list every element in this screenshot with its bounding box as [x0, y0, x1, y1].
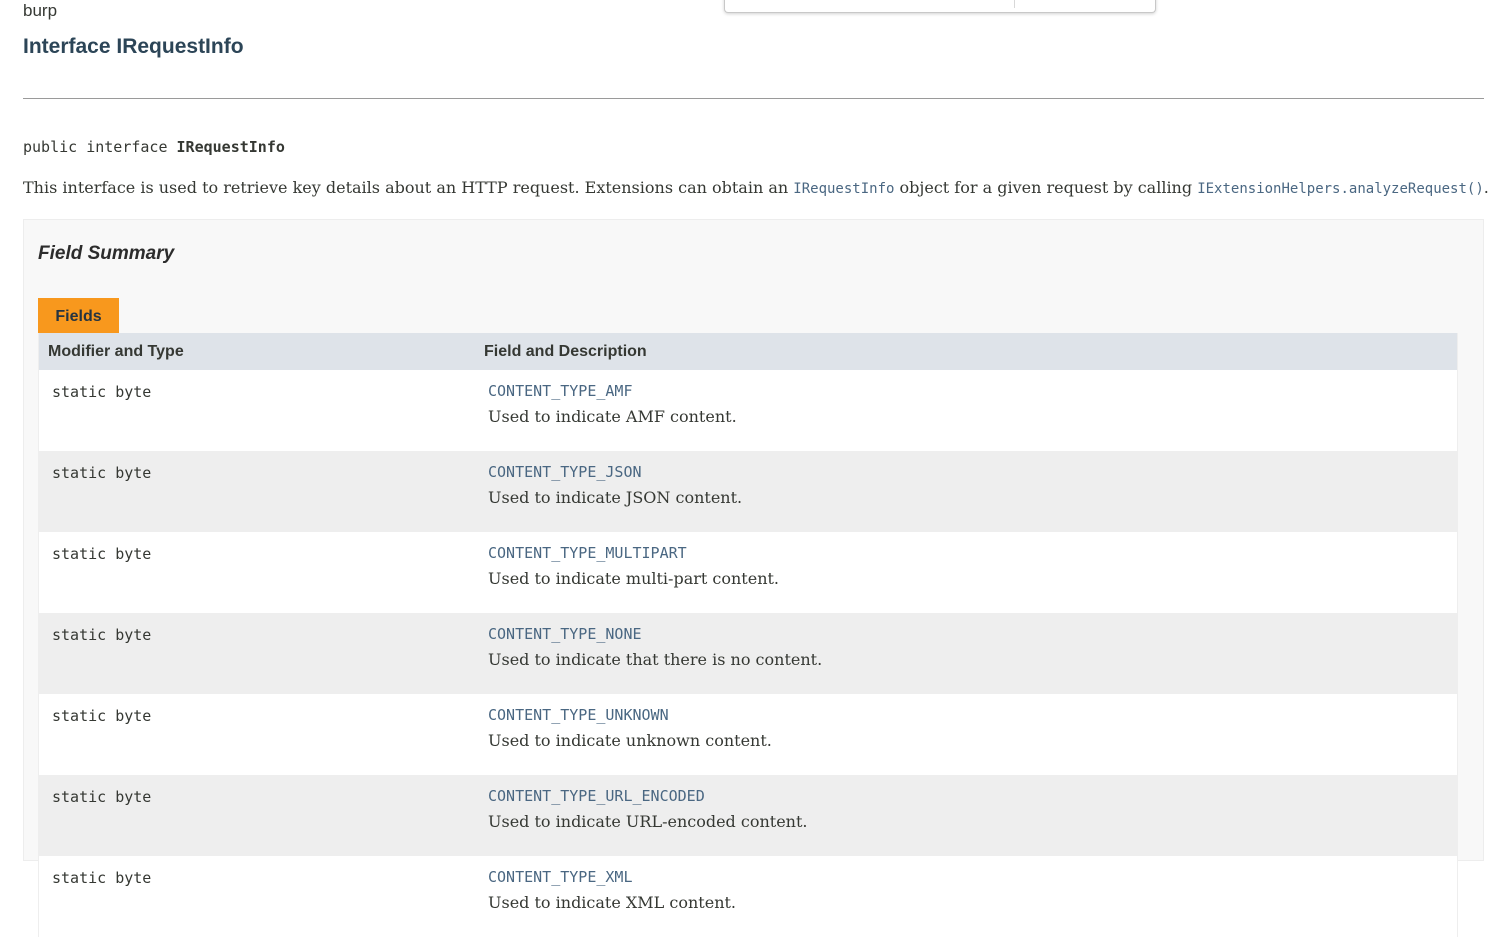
popup-divider	[1014, 0, 1015, 8]
field-link-content-type-url-encoded[interactable]: CONTENT_TYPE_URL_ENCODED	[488, 785, 1457, 807]
field-cell: CONTENT_TYPE_JSON Used to indicate JSON …	[475, 451, 1458, 532]
field-type: static byte	[38, 775, 475, 856]
field-cell: CONTENT_TYPE_UNKNOWN Used to indicate un…	[475, 694, 1458, 775]
table-row: static byte CONTENT_TYPE_URL_ENCODED Use…	[38, 775, 1458, 856]
fields-table: Modifier and Type Field and Description …	[38, 333, 1458, 937]
field-description: Used to indicate multi-part content.	[488, 569, 780, 588]
interface-signature: public interface IRequestInfo	[23, 136, 285, 158]
column-header-field-description: Field and Description	[475, 333, 1458, 370]
column-header-modifier-type: Modifier and Type	[38, 333, 475, 370]
field-link-content-type-json[interactable]: CONTENT_TYPE_JSON	[488, 461, 1457, 483]
field-cell: CONTENT_TYPE_MULTIPART Used to indicate …	[475, 532, 1458, 613]
field-cell: CONTENT_TYPE_XML Used to indicate XML co…	[475, 856, 1458, 937]
field-description: Used to indicate AMF content.	[488, 407, 737, 426]
package-label: burp	[23, 1, 58, 20]
field-type: static byte	[38, 532, 475, 613]
field-description: Used to indicate XML content.	[488, 893, 737, 912]
field-link-content-type-amf[interactable]: CONTENT_TYPE_AMF	[488, 380, 1457, 402]
interface-description: This interface is used to retrieve key d…	[23, 176, 1493, 201]
description-text-1: This interface is used to retrieve key d…	[23, 178, 794, 197]
signature-name: IRequestInfo	[176, 138, 285, 156]
field-cell: CONTENT_TYPE_NONE Used to indicate that …	[475, 613, 1458, 694]
table-row: static byte CONTENT_TYPE_JSON Used to in…	[38, 451, 1458, 532]
popup-edge	[724, 0, 1156, 13]
table-header-row: Modifier and Type Field and Description	[38, 333, 1458, 370]
field-description: Used to indicate JSON content.	[488, 488, 743, 507]
field-type: static byte	[38, 694, 475, 775]
field-description: Used to indicate unknown content.	[488, 731, 772, 750]
field-type: static byte	[38, 370, 475, 451]
field-summary-section: Field Summary Fields Modifier and Type F…	[23, 219, 1484, 937]
table-row: static byte CONTENT_TYPE_NONE Used to in…	[38, 613, 1458, 694]
description-text-3: .	[1483, 178, 1489, 197]
field-description: Used to indicate URL-encoded content.	[488, 812, 808, 831]
description-code-analyze-request[interactable]: IExtensionHelpers.analyzeRequest()	[1197, 181, 1484, 197]
field-link-content-type-none[interactable]: CONTENT_TYPE_NONE	[488, 623, 1457, 645]
signature-modifiers: public interface	[23, 138, 177, 156]
table-row: static byte CONTENT_TYPE_XML Used to ind…	[38, 856, 1458, 937]
field-cell: CONTENT_TYPE_AMF Used to indicate AMF co…	[475, 370, 1458, 451]
field-summary-heading: Field Summary	[38, 243, 175, 264]
table-row: static byte CONTENT_TYPE_UNKNOWN Used to…	[38, 694, 1458, 775]
page-title: Interface IRequestInfo	[23, 35, 244, 58]
field-cell: CONTENT_TYPE_URL_ENCODED Used to indicat…	[475, 775, 1458, 856]
field-description: Used to indicate that there is no conten…	[488, 650, 823, 669]
description-text-2: object for a given request by calling	[894, 178, 1198, 197]
field-link-content-type-unknown[interactable]: CONTENT_TYPE_UNKNOWN	[488, 704, 1457, 726]
description-code-request-info: IRequestInfo	[793, 181, 895, 197]
field-type: static byte	[38, 613, 475, 694]
title-divider	[23, 98, 1484, 99]
field-type: static byte	[38, 856, 475, 937]
field-link-content-type-xml[interactable]: CONTENT_TYPE_XML	[488, 866, 1457, 888]
fields-tab[interactable]: Fields	[38, 298, 119, 333]
table-row: static byte CONTENT_TYPE_MULTIPART Used …	[38, 532, 1458, 613]
field-type: static byte	[38, 451, 475, 532]
field-link-content-type-multipart[interactable]: CONTENT_TYPE_MULTIPART	[488, 542, 1457, 564]
table-row: static byte CONTENT_TYPE_AMF Used to ind…	[38, 370, 1458, 451]
